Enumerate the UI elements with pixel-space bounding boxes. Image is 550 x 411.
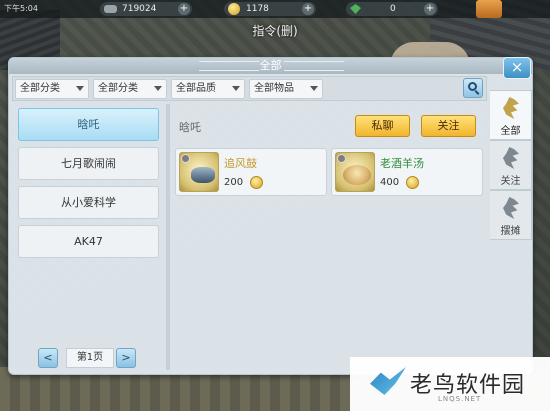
gold-amount: 1178 <box>246 4 269 14</box>
category-filter-2-label: 全部分类 <box>98 83 138 94</box>
search-icon-handle <box>474 90 480 95</box>
category-filter-1-label: 全部分类 <box>20 83 60 94</box>
seller-item-4[interactable]: AK47 <box>18 225 159 258</box>
command-subtitle: 指令(删) <box>252 24 298 38</box>
item-name: 老酒羊汤 <box>380 157 424 170</box>
category-filter-1[interactable]: 全部分类 <box>15 79 89 99</box>
next-page-button[interactable]: > <box>116 348 136 368</box>
seller-list: 晗吒 七月歌闹闹 从小爱科学 AK47 <box>14 104 162 340</box>
chevron-down-icon <box>154 86 162 91</box>
quality-tag-icon <box>337 154 346 163</box>
jade-amount: 0 <box>390 4 396 14</box>
chevron-down-icon <box>232 86 240 91</box>
mutton-soup-icon <box>335 152 375 192</box>
private-chat-button[interactable]: 私聊 <box>355 115 410 137</box>
item-filter[interactable]: 全部物品 <box>249 79 323 99</box>
tab-all-label: 全部 <box>500 126 521 137</box>
quality-tag-icon <box>181 154 190 163</box>
tab-followed-label: 关注 <box>500 176 521 187</box>
site-watermark: 老鸟软件园 LNQS.NET <box>350 357 550 411</box>
item-price: 400 <box>380 177 400 188</box>
seller-item-1[interactable]: 晗吒 <box>18 108 159 141</box>
quality-filter[interactable]: 全部品质 <box>171 79 245 99</box>
tab-stall[interactable]: 摆摊 <box>490 190 532 240</box>
item-card-1[interactable]: 追风鼓 200 <box>175 148 327 196</box>
category-filter-2[interactable]: 全部分类 <box>93 79 167 99</box>
item-price: 200 <box>224 177 244 188</box>
wind-drum-icon <box>179 152 219 192</box>
follow-button[interactable]: 关注 <box>421 115 476 137</box>
resource-bar: 下午5:04 719024 + 1178 + 0 + <box>0 0 550 18</box>
jade-icon <box>350 4 361 14</box>
chevron-down-icon <box>76 86 84 91</box>
close-button[interactable]: × <box>503 57 531 79</box>
gold-coin-icon <box>228 3 240 15</box>
drum-shape <box>191 167 215 183</box>
gold-resource[interactable]: 1178 + <box>224 2 316 16</box>
item-card-2[interactable]: 老酒羊汤 400 <box>331 148 483 196</box>
tab-followed[interactable]: 关注 <box>490 140 532 190</box>
watermark-url: LNQS.NET <box>438 395 482 403</box>
seller-item-label: 从小爱科学 <box>61 196 116 209</box>
header-ornament-right <box>284 61 344 71</box>
feather-icon <box>503 147 519 169</box>
header-ornament-left <box>199 61 259 71</box>
tab-stall-label: 摆摊 <box>500 226 521 237</box>
silver-resource[interactable]: 719024 + <box>100 2 192 16</box>
seller-name: 晗吒 <box>179 121 201 134</box>
filter-bar: 全部分类 全部分类 全部品质 全部物品 <box>12 76 487 101</box>
page-indicator: 第1页 <box>66 348 114 368</box>
jade-resource[interactable]: 0 + <box>346 2 438 16</box>
item-name: 追风鼓 <box>224 157 257 170</box>
add-gold-icon[interactable]: + <box>302 3 314 15</box>
add-jade-icon[interactable]: + <box>424 3 436 15</box>
seller-item-label: AK47 <box>74 235 103 248</box>
list-divider <box>166 104 170 370</box>
prev-page-button[interactable]: < <box>38 348 58 368</box>
clock-time: 下午5:04 <box>4 4 38 13</box>
silver-amount: 719024 <box>122 4 157 14</box>
bowl-shape <box>343 165 371 185</box>
recharge-badge[interactable] <box>476 0 502 18</box>
seller-item-label: 七月歌闹闹 <box>61 157 116 170</box>
feather-icon <box>503 97 519 119</box>
panel-title: 全部 <box>259 59 282 72</box>
feather-icon <box>503 197 519 219</box>
gold-coin-icon <box>406 176 419 189</box>
search-button[interactable] <box>463 78 483 98</box>
seller-item-label: 晗吒 <box>77 118 100 131</box>
chevron-down-icon <box>310 86 318 91</box>
tab-all[interactable]: 全部 <box>490 90 532 140</box>
gold-coin-icon <box>250 176 263 189</box>
add-silver-icon[interactable]: + <box>178 3 190 15</box>
seller-item-2[interactable]: 七月歌闹闹 <box>18 147 159 180</box>
item-filter-label: 全部物品 <box>254 83 294 94</box>
panel-header: 全部 <box>9 58 532 74</box>
quality-filter-label: 全部品质 <box>176 83 216 94</box>
bird-logo-icon <box>370 367 406 395</box>
seller-item-3[interactable]: 从小爱科学 <box>18 186 159 219</box>
silver-ingot-icon <box>104 5 117 13</box>
